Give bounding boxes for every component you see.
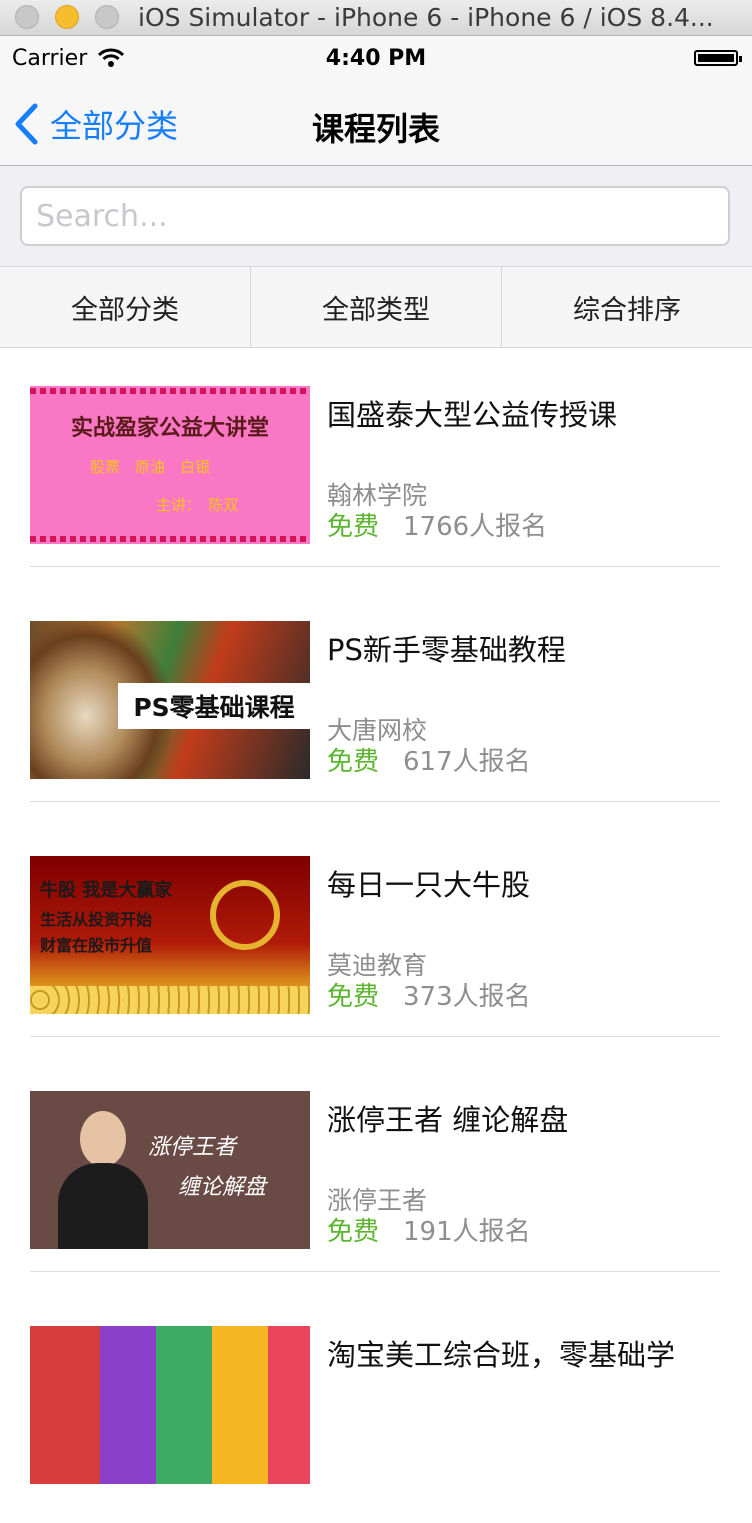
page-title: 课程列表 xyxy=(311,110,440,148)
battery-icon xyxy=(694,50,742,66)
course-title: 淘宝美工综合班，零基础学 xyxy=(327,1338,676,1372)
clock: 4:40 PM xyxy=(325,46,427,71)
course-row[interactable]: 涨停王者 缠论解盘 涨停王者 缠论解盘 涨停王者 免费 191人报名 xyxy=(0,1053,752,1288)
minimize-window-button[interactable] xyxy=(55,5,79,29)
row-divider xyxy=(30,1036,720,1037)
gold-coins-image xyxy=(30,986,310,1014)
thumbnail-text: 主讲： 陈双 xyxy=(156,496,239,514)
course-row[interactable]: PS零基础课程 PS新手零基础教程 大唐网校 免费 617人报名 xyxy=(0,583,752,818)
status-bar: Carrier 4:40 PM xyxy=(0,36,752,82)
row-divider xyxy=(30,566,720,567)
search-input[interactable] xyxy=(20,186,730,246)
thumbnail-text: 涨停王者 xyxy=(148,1135,237,1160)
row-divider xyxy=(30,1271,720,1272)
price-label: 免费 xyxy=(327,1217,380,1247)
price-label: 免费 xyxy=(327,747,380,777)
enrollment-count: 1766人报名 xyxy=(403,512,548,542)
price-label: 免费 xyxy=(327,982,380,1012)
search-bar xyxy=(0,166,752,266)
course-thumbnail: PS零基础课程 xyxy=(30,621,310,779)
simulator-title-bar: iOS Simulator - iPhone 6 - iPhone 6 / iO… xyxy=(0,0,752,36)
presenter-photo xyxy=(58,1111,148,1249)
row-divider xyxy=(30,801,720,802)
course-thumbnail: 实战盈家公益大讲堂 股票 原油 白银 主讲： 陈双 xyxy=(30,386,310,544)
dharma-wheel-icon xyxy=(210,880,280,950)
course-title: 每日一只大牛股 xyxy=(327,868,531,902)
course-title: PS新手零基础教程 xyxy=(327,633,566,667)
window-title: iOS Simulator - iPhone 6 - iPhone 6 / iO… xyxy=(138,3,714,32)
thumbnail-text: 生活从投资开始 xyxy=(40,910,153,929)
course-thumbnail: 牛股 我是大赢家 生活从投资开始 财富在股市升值 xyxy=(30,856,310,1014)
course-row[interactable]: 淘宝美工综合班，零基础学 xyxy=(0,1288,752,1523)
navigation-bar: 全部分类 课程列表 xyxy=(0,82,752,166)
thumbnail-text: 股票 原油 白银 xyxy=(90,458,211,476)
enrollment-count: 617人报名 xyxy=(403,747,531,777)
course-thumbnail xyxy=(30,1326,310,1484)
zoom-window-button[interactable] xyxy=(95,5,119,29)
course-title: 国盛泰大型公益传授课 xyxy=(327,398,618,432)
close-window-button[interactable] xyxy=(15,5,39,29)
filter-bar: 全部分类 全部类型 综合排序 xyxy=(0,266,752,348)
course-title: 涨停王者 缠论解盘 xyxy=(327,1103,569,1137)
filter-type[interactable]: 全部类型 xyxy=(251,267,502,347)
enrollment-count: 373人报名 xyxy=(403,982,531,1012)
filter-sort[interactable]: 综合排序 xyxy=(502,267,752,347)
price-label: 免费 xyxy=(327,512,380,542)
thumbnail-text: 缠论解盘 xyxy=(178,1175,267,1200)
course-thumbnail: 涨停王者 缠论解盘 xyxy=(30,1091,310,1249)
thumbnail-text: PS零基础课程 xyxy=(118,683,310,729)
enrollment-count: 191人报名 xyxy=(403,1217,531,1247)
thumbnail-text: 实战盈家公益大讲堂 xyxy=(70,416,269,441)
course-row[interactable]: 实战盈家公益大讲堂 股票 原油 白银 主讲： 陈双 国盛泰大型公益传授课 翰林学… xyxy=(0,348,752,583)
course-list: 实战盈家公益大讲堂 股票 原油 白银 主讲： 陈双 国盛泰大型公益传授课 翰林学… xyxy=(0,348,752,1523)
filter-category[interactable]: 全部分类 xyxy=(0,267,251,347)
course-row[interactable]: 牛股 我是大赢家 生活从投资开始 财富在股市升值 每日一只大牛股 莫迪教育 免费… xyxy=(0,818,752,1053)
thumbnail-text: 财富在股市升值 xyxy=(40,936,153,955)
thumbnail-text: 牛股 我是大赢家 xyxy=(40,880,173,901)
